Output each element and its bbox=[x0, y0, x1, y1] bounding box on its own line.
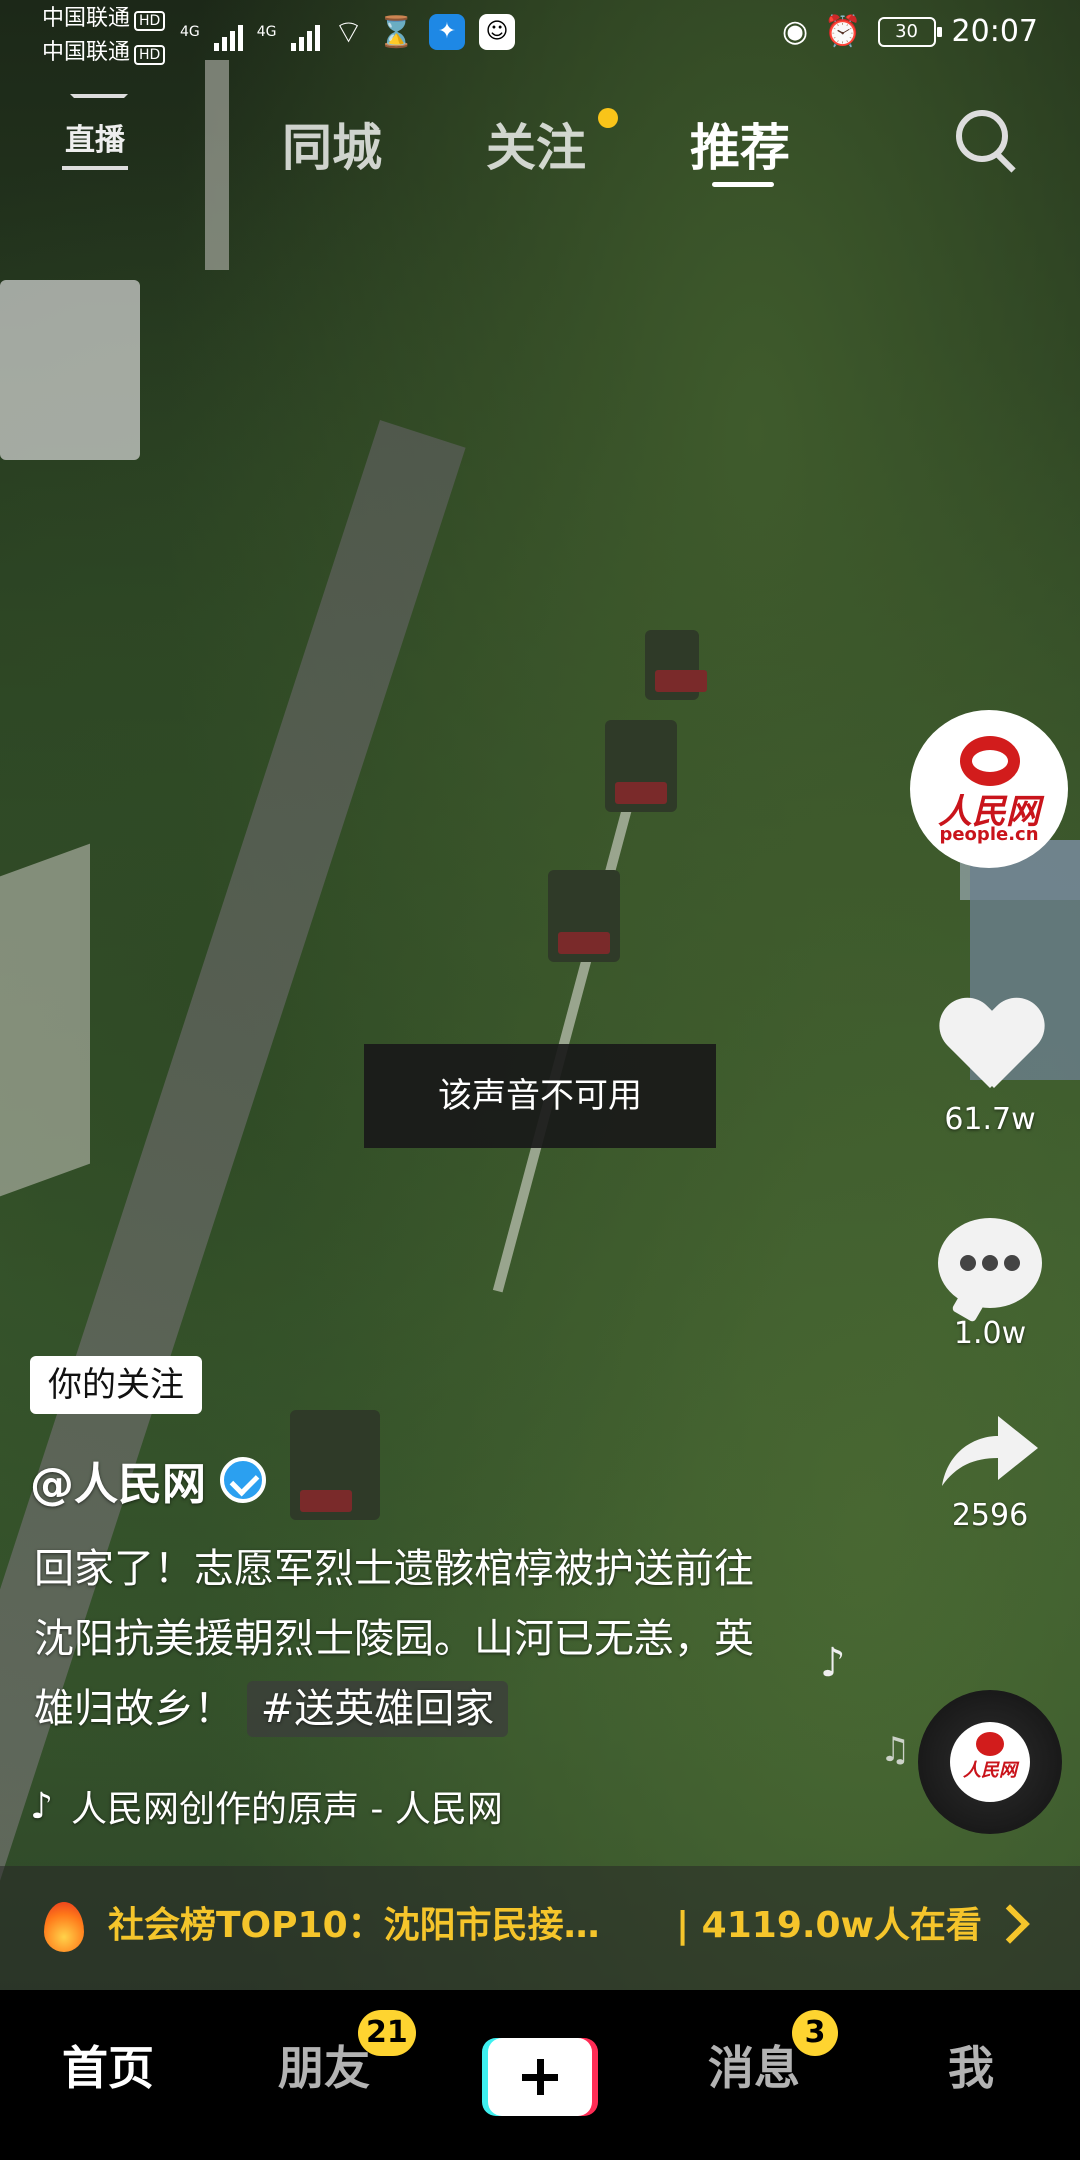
battery-icon: 30 bbox=[877, 16, 942, 47]
share-count: 2596 bbox=[951, 1498, 1029, 1533]
video-feed-screen[interactable]: 中国联通 HD 中国联通 HD 4G 4G ⌔ ⌛ ✦ ☺ ◉ ⏰ 30 20:07… bbox=[0, 0, 1080, 2160]
bottom-tab-bar: 首页 朋友 21 消息 3 我 bbox=[0, 1990, 1080, 2160]
like-count: 61.7w bbox=[944, 1102, 1036, 1137]
following-tag: 你的关注 bbox=[30, 1356, 202, 1414]
people-logo-icon bbox=[976, 1732, 1004, 1756]
tab-nearby[interactable]: 同城 bbox=[282, 108, 382, 180]
carrier-1: 中国联通 HD bbox=[42, 6, 166, 32]
video-truck bbox=[290, 1410, 380, 1520]
live-icon: 直播 bbox=[65, 123, 125, 158]
verified-icon bbox=[220, 1457, 266, 1503]
tab-messages[interactable]: 消息 bbox=[708, 2032, 800, 2098]
music-disc[interactable]: 人民网 bbox=[918, 1690, 1062, 1834]
tab-recommended[interactable]: 推荐 bbox=[690, 108, 790, 180]
music-info[interactable]: ♪ 人民网创作的原声 - 人民网 bbox=[30, 1780, 570, 1832]
heart-icon bbox=[938, 1000, 1042, 1094]
video-caption: 回家了！志愿军烈士遗骸棺椁被护送前往沈阳抗美援朝烈士陵园。山河已无恙，英雄归故乡… bbox=[34, 1534, 774, 1744]
status-icons-right: ◉ ⏰ 30 20:07 bbox=[782, 14, 1038, 49]
search-icon[interactable] bbox=[952, 106, 1016, 170]
top-nav: 直播 同城 关注 推荐 bbox=[0, 94, 1080, 200]
create-button[interactable] bbox=[482, 2038, 598, 2116]
following-unread-dot bbox=[598, 108, 618, 128]
share-button[interactable]: 2596 bbox=[910, 1410, 1070, 1533]
video-truck bbox=[605, 720, 677, 812]
lightbulb-app-icon: ✦ bbox=[428, 14, 465, 50]
hot-topic-bar[interactable]: 社会榜TOP10：沈阳市民接… | 4119.0w人在看 bbox=[0, 1866, 1080, 1990]
music-note-icon: ♫ bbox=[880, 1730, 911, 1770]
disc-logo: 人民网 bbox=[950, 1722, 1030, 1802]
network-label: 4G bbox=[180, 24, 200, 40]
alarm-icon: ⏰ bbox=[824, 14, 862, 49]
music-note-icon: ♪ bbox=[820, 1640, 846, 1686]
tab-friends[interactable]: 朋友 bbox=[278, 2032, 370, 2098]
video-truck bbox=[548, 870, 620, 962]
tab-me[interactable]: 我 bbox=[948, 2032, 994, 2098]
author-avatar[interactable]: 人民网 people.cn bbox=[910, 710, 1068, 868]
viewer-count: | 4119.0w人在看 bbox=[676, 1905, 982, 1946]
author-name-row[interactable]: @人民网 bbox=[30, 1448, 266, 1512]
network-label: 4G bbox=[256, 24, 277, 40]
video-truck bbox=[645, 630, 707, 700]
signal-icon bbox=[290, 13, 320, 51]
disc-logo-text: 人民网 bbox=[963, 1760, 1017, 1781]
live-button[interactable]: 直播 bbox=[62, 94, 128, 170]
video-building bbox=[0, 280, 140, 460]
share-icon bbox=[938, 1410, 1042, 1490]
hashtag-link[interactable]: #送英雄回家 bbox=[246, 1681, 509, 1737]
video-wall bbox=[0, 843, 90, 1197]
avatar-logo-domain: people.cn bbox=[939, 824, 1039, 845]
comment-count: 1.0w bbox=[953, 1316, 1027, 1351]
chevron-right-icon bbox=[990, 1904, 1030, 1944]
sound-unavailable-toast: 该声音不可用 bbox=[364, 1044, 716, 1148]
carrier-2: 中国联通 HD bbox=[42, 40, 166, 66]
fire-icon bbox=[44, 1902, 84, 1952]
signal-icon bbox=[213, 13, 243, 51]
hourglass-icon: ⌛ bbox=[377, 14, 415, 50]
status-bar: 中国联通 HD 中国联通 HD 4G 4G ⌔ ⌛ ✦ ☺ ◉ ⏰ 30 20:07 bbox=[0, 0, 1080, 70]
video-road-edge bbox=[492, 787, 638, 1293]
people-logo-icon bbox=[960, 736, 1020, 786]
comment-button[interactable]: 1.0w bbox=[910, 1218, 1070, 1351]
qq-app-icon: ☺ bbox=[478, 14, 515, 50]
messages-badge: 3 bbox=[792, 2010, 838, 2056]
friends-badge: 21 bbox=[358, 2010, 416, 2056]
author-name: @人民网 bbox=[30, 1459, 206, 1510]
eye-icon: ◉ bbox=[781, 14, 809, 49]
active-tab-indicator bbox=[712, 182, 774, 187]
hot-topic-text: 社会榜TOP10：沈阳市民接… bbox=[108, 1905, 600, 1946]
tab-following[interactable]: 关注 bbox=[486, 108, 586, 180]
comment-icon bbox=[938, 1218, 1042, 1308]
status-icons-left: 4G 4G ⌔ ⌛ ✦ ☺ bbox=[180, 12, 515, 52]
wifi-icon: ⌔ bbox=[333, 13, 364, 51]
tiktok-music-icon: ♪ bbox=[30, 1785, 53, 1827]
music-title: 人民网创作的原声 - 人民网 bbox=[70, 1789, 503, 1830]
tab-home[interactable]: 首页 bbox=[62, 2032, 154, 2098]
plus-icon bbox=[488, 2038, 592, 2116]
clock: 20:07 bbox=[951, 14, 1038, 49]
like-button[interactable]: 61.7w bbox=[910, 1000, 1070, 1137]
